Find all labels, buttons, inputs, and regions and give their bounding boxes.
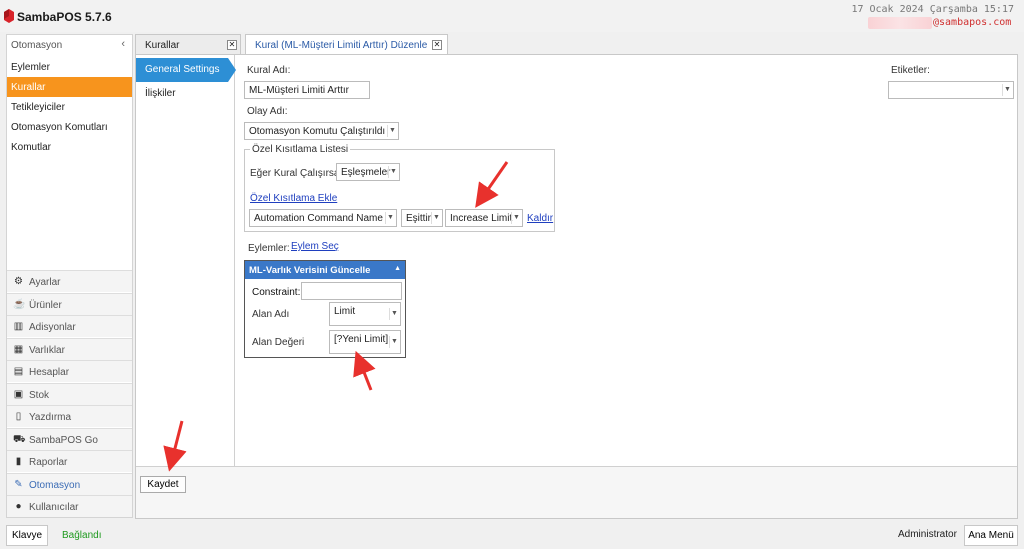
tab-kurallar[interactable]: Kurallar ✕ [135, 34, 241, 54]
document-icon: ▯ [15, 411, 22, 422]
chevron-down-icon: ▼ [511, 212, 521, 224]
module-varliklar[interactable]: ▦ Varlıklar [7, 337, 132, 360]
module-stok[interactable]: ▣ Stok [7, 382, 132, 405]
field-value-label: Alan Değeri [252, 337, 305, 348]
footer-bar: Kaydet [136, 466, 1017, 518]
rule-runs-select[interactable]: Eşleşmeler ▼ [336, 163, 400, 181]
app-title: SambaPOS 5.7.6 [17, 10, 112, 24]
module-kullanicilar[interactable]: ● Kullanıcılar [7, 495, 132, 517]
action-constraint-label: Constraint: [252, 287, 301, 298]
nav-general-settings[interactable]: General Settings [136, 58, 228, 82]
chevron-down-icon: ▼ [388, 166, 398, 178]
coffee-icon: ☕ [13, 298, 26, 310]
save-button[interactable]: Kaydet [140, 476, 186, 493]
pen-icon: ✎ [14, 478, 23, 490]
close-icon[interactable]: ✕ [227, 40, 237, 50]
datetime-display: 17 Ocak 2024 Çarşamba 15:17 [851, 4, 1014, 15]
constraint-value-select[interactable]: Increase Limit ▼ [445, 209, 523, 227]
remove-constraint-link[interactable]: Kaldır [527, 213, 553, 224]
tab-rule-edit[interactable]: Kural (ML-Müşteri Limiti Arttır) Düzenle… [245, 34, 448, 54]
sidebar-item-otomasyon-komutlari[interactable]: Otomasyon Komutları [7, 117, 132, 137]
module-urunler[interactable]: ☕ Ürünler [7, 292, 132, 315]
main-menu-button[interactable]: Ana Menü [964, 525, 1018, 546]
chevron-down-icon: ▼ [387, 125, 397, 137]
sidebar-header[interactable]: Otomasyon ‹ [7, 35, 132, 55]
tags-select[interactable]: ▼ [888, 81, 1014, 99]
add-constraint-link[interactable]: Özel Kısıtlama Ekle [250, 193, 337, 204]
active-indicator-arrow [228, 58, 236, 82]
module-otomasyon[interactable]: ✎ Otomasyon [7, 472, 132, 495]
constraint-group-title: Özel Kısıtlama Listesi [250, 144, 351, 155]
connection-status: Bağlandı [62, 530, 102, 541]
field-name-select[interactable]: Limit ▼ [329, 302, 401, 326]
boxes-icon: ▣ [13, 388, 24, 400]
module-sambapos-go[interactable]: ⛟ SambaPOS Go [7, 427, 132, 450]
motorcycle-icon: ⛟ [13, 433, 26, 445]
chevron-down-icon: ▼ [389, 336, 399, 348]
constraint-operator-select[interactable]: Eşittir ▼ [401, 209, 443, 227]
sidebar-item-kurallar[interactable]: Kurallar [7, 77, 132, 97]
sambapos-logo-icon [4, 9, 14, 23]
collapse-chevron-icon[interactable]: ‹ [121, 38, 125, 50]
field-value-select[interactable]: [?Yeni Limit] ▼ [329, 330, 401, 354]
close-icon[interactable]: ✕ [432, 40, 442, 50]
rule-name-input[interactable]: ML-Müşteri Limiti Arttır [244, 81, 370, 99]
event-name-select[interactable]: Otomasyon Komutu Çalıştırıldı ▼ [244, 122, 399, 140]
module-ayarlar[interactable]: ⚙ Ayarlar [7, 270, 132, 292]
action-title: ML-Varlık Verisini Güncelle [249, 265, 371, 276]
current-user: Administrator [898, 529, 957, 540]
settings-nav: General Settings İlişkiler [136, 55, 236, 466]
sidebar-item-tetikleyiciler[interactable]: Tetikleyiciler [7, 97, 132, 117]
sidebar: Otomasyon ‹ Eylemler Kurallar Tetikleyic… [6, 34, 133, 518]
sidebar-header-title: Otomasyon [11, 40, 63, 51]
select-action-link[interactable]: Eylem Seç [291, 241, 339, 252]
calculator-icon: ▤ [13, 366, 24, 377]
sidebar-item-komutlar[interactable]: Komutlar [7, 137, 132, 157]
module-yazdirma[interactable]: ▯ Yazdırma [7, 405, 132, 427]
gear-icon: ⚙ [14, 276, 23, 287]
tags-label: Etiketler: [891, 65, 930, 76]
table-icon: ▦ [13, 343, 24, 355]
actions-label: Eylemler: [248, 243, 290, 254]
bar-chart-icon: ▮ [15, 456, 22, 467]
module-adisyonlar[interactable]: ▥ Adisyonlar [7, 315, 132, 337]
sidebar-item-eylemler[interactable]: Eylemler [7, 57, 132, 77]
chevron-down-icon: ▼ [431, 212, 441, 224]
nav-relations[interactable]: İlişkiler [145, 88, 176, 99]
chevron-down-icon: ▼ [389, 308, 399, 320]
field-name-label: Alan Adı [252, 309, 290, 320]
chevron-down-icon: ▼ [1002, 84, 1012, 96]
constraint-field-select[interactable]: Automation Command Name ▼ [249, 209, 397, 227]
chevron-down-icon: ▼ [385, 212, 395, 224]
user-icon: ● [15, 501, 22, 512]
keyboard-button[interactable]: Klavye [6, 525, 48, 546]
blurred-username [868, 17, 932, 29]
books-icon: ▥ [13, 321, 24, 332]
rule-name-label: Kural Adı: [247, 65, 291, 76]
action-constraint-input[interactable] [301, 282, 402, 300]
title-bar: SambaPOS 5.7.6 17 Ocak 2024 Çarşamba 15:… [0, 0, 1024, 32]
action-card-header[interactable]: ML-Varlık Verisini Güncelle ▲ [245, 261, 405, 279]
rule-runs-label: Eğer Kural Çalışırsa [250, 168, 340, 179]
event-name-label: Olay Adı: [247, 106, 288, 117]
status-bar: Klavye Bağlandı Administrator Ana Menü [0, 521, 1024, 549]
user-email: @sambapos.com [933, 17, 1012, 28]
module-hesaplar[interactable]: ▤ Hesaplar [7, 360, 132, 382]
module-raporlar[interactable]: ▮ Raporlar [7, 450, 132, 472]
collapse-up-icon[interactable]: ▲ [394, 265, 401, 272]
